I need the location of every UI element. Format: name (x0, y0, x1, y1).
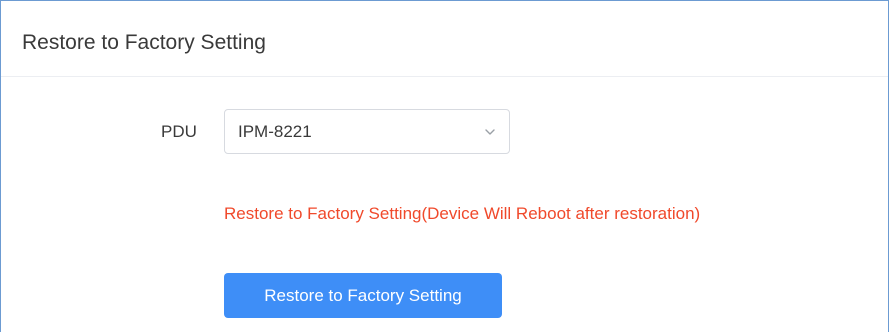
pdu-label: PDU (161, 122, 197, 141)
pdu-select[interactable]: IPM-8221 (224, 109, 510, 154)
restore-factory-button[interactable]: Restore to Factory Setting (224, 273, 502, 318)
panel-header: Restore to Factory Setting (1, 1, 888, 77)
chevron-down-icon (485, 129, 495, 135)
page-title: Restore to Factory Setting (22, 31, 266, 54)
restore-factory-panel: Restore to Factory Setting PDU IPM-8221 … (0, 0, 889, 332)
pdu-select-value: IPM-8221 (238, 122, 312, 141)
reboot-warning-text: Restore to Factory Setting(Device Will R… (224, 204, 701, 223)
